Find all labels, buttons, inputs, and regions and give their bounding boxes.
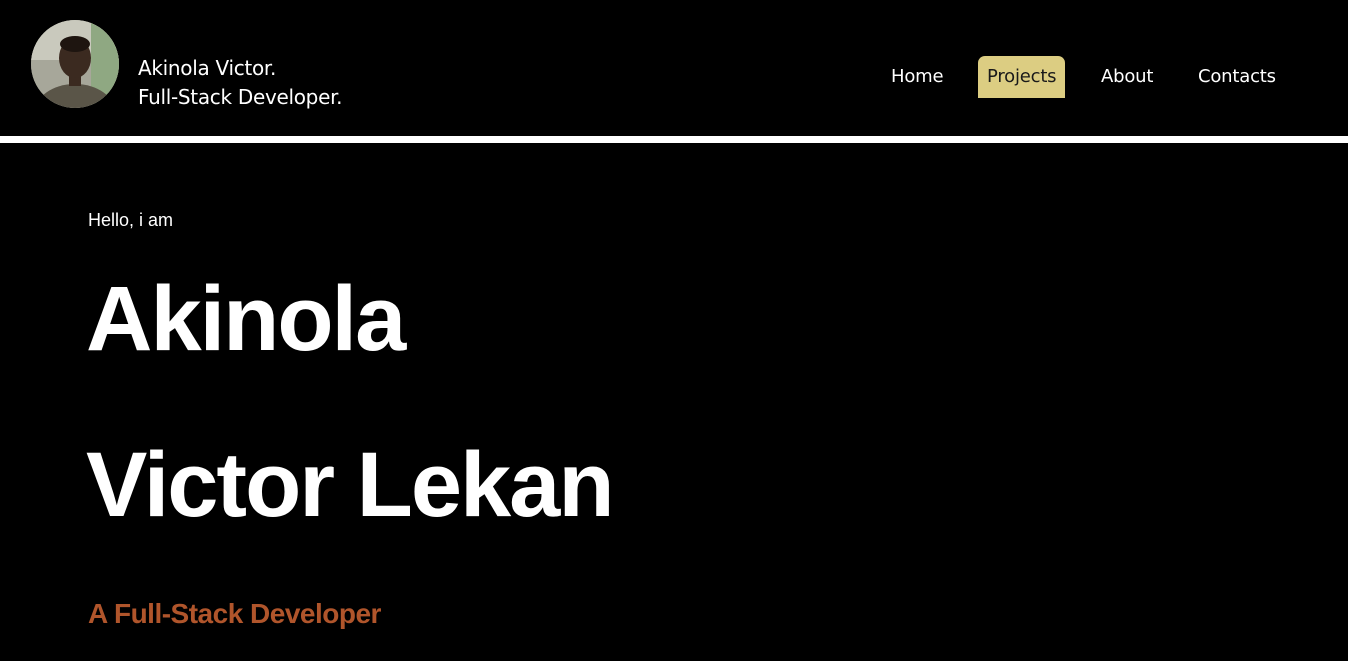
hero-name-rest: Victor Lekan (86, 434, 615, 536)
nav-projects[interactable]: Projects (978, 56, 1066, 98)
hero-section: Hello, i am Akinola Victor Lekan A Full-… (0, 143, 1348, 661)
hero-name-first: Akinola (86, 268, 406, 370)
header-divider (0, 136, 1348, 143)
nav-home[interactable]: Home (891, 56, 944, 98)
hero-role: A Full-Stack Developer (88, 598, 381, 629)
site-header: Akinola Victor. Full-Stack Developer. Ho… (0, 0, 1348, 136)
nav-contacts[interactable]: Contacts (1198, 56, 1276, 98)
hero-greeting: Hello, i am (88, 210, 174, 230)
nav-about[interactable]: About (1101, 56, 1153, 98)
main-nav: Home Projects About Contacts (0, 56, 1348, 98)
